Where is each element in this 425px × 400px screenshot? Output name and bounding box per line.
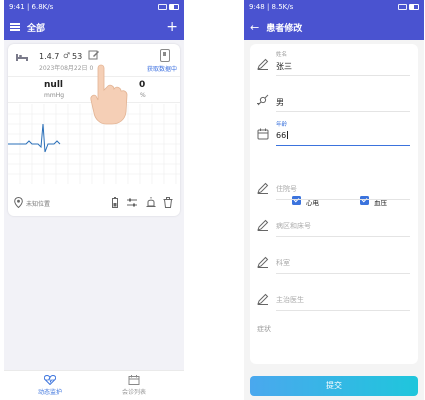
ward-bed-input: 病区和床号 <box>276 222 311 230</box>
ward-bed-field[interactable]: 病区和床号 <box>250 209 418 239</box>
hospital-number-field[interactable]: 住院号 <box>250 172 418 202</box>
pointing-hand-icon <box>90 64 128 125</box>
spo2-unit: % <box>140 92 146 99</box>
page-title: 全部 <box>27 23 46 34</box>
gender-icon <box>257 94 269 106</box>
symptom-textarea[interactable]: 症状 <box>257 324 271 334</box>
battery-icon <box>169 4 179 10</box>
submit-button[interactable]: 提交 <box>250 376 418 396</box>
status-speed: 8.5K/s <box>271 3 294 11</box>
top-bar: 9:41 | 6.8K/s 全部 + <box>4 0 184 40</box>
department-input: 科室 <box>276 259 290 267</box>
doctor-field[interactable]: 主治医生 <box>250 283 418 313</box>
age-value: 66 <box>276 131 287 140</box>
location-icon <box>14 197 23 208</box>
top-bar: 9:48 | 8.5K/s ← 患者修改 <box>244 0 424 40</box>
status-bar: 9:41 | 6.8K/s <box>4 0 184 14</box>
name-label: 姓名 <box>276 52 288 58</box>
page-title: 患者修改 <box>266 23 303 34</box>
add-button[interactable]: + <box>166 20 178 34</box>
tab-label: 动态监护 <box>37 389 62 396</box>
tab-label: 会诊列表 <box>121 389 146 396</box>
bottom-tab-bar: 动态监护 会诊列表 <box>4 370 184 400</box>
pencil-icon <box>257 182 269 194</box>
signal-icon <box>158 4 167 10</box>
monitor-screen: 9:41 | 6.8K/s 全部 + 1.4.7 ♂ 53 2023年08月22… <box>4 0 184 400</box>
menu-icon[interactable] <box>10 23 20 31</box>
patient-edit-screen: 9:48 | 8.5K/s ← 患者修改 姓名 张三 男 年龄 66 心电 血压… <box>244 0 424 400</box>
age-label: 年龄 <box>276 122 288 128</box>
calendar-icon <box>257 128 269 140</box>
device-version: 1.4.7 <box>39 52 60 61</box>
bp-value: null <box>44 80 63 90</box>
device-card[interactable]: 1.4.7 ♂ 53 2023年08月22日 0 获取数据中 null mmHg… <box>8 44 180 216</box>
pencil-icon <box>257 58 269 70</box>
delete-icon[interactable] <box>163 197 173 208</box>
edit-icon[interactable] <box>88 49 100 61</box>
status-time: 9:48 <box>249 3 265 11</box>
settings-sliders-icon[interactable] <box>127 197 137 208</box>
spo2-value: 0 <box>139 80 146 90</box>
age-field[interactable]: 年龄 66 <box>250 118 418 148</box>
status-bar: 9:48 | 8.5K/s <box>244 0 424 14</box>
tab-dynamic-monitor[interactable]: 动态监护 <box>22 375 78 396</box>
hospital-number-input: 住院号 <box>276 185 297 193</box>
tab-consultation-list[interactable]: 会诊列表 <box>106 375 162 396</box>
battery-icon <box>409 4 419 10</box>
text-cursor <box>287 131 289 139</box>
pencil-icon <box>257 219 269 231</box>
bed-icon <box>16 54 28 61</box>
gender-value: 男 <box>276 98 284 107</box>
battery-level-icon[interactable] <box>110 197 120 208</box>
patient-age: 53 <box>72 52 83 61</box>
device-icon <box>160 49 170 62</box>
status-time: 9:41 <box>9 3 25 11</box>
signal-icon <box>398 4 407 10</box>
pencil-icon <box>257 256 269 268</box>
back-button[interactable]: ← <box>250 21 259 34</box>
patient-form: 姓名 张三 男 年龄 66 心电 血压 住院号 病区和床号 科室 主治医生 症状 <box>250 44 418 364</box>
gender-field[interactable]: 男 <box>250 84 418 114</box>
department-field[interactable]: 科室 <box>250 246 418 276</box>
male-icon: ♂ <box>63 51 71 60</box>
bp-unit: mmHg <box>44 92 65 99</box>
status-speed: 6.8K/s <box>31 3 54 11</box>
pencil-icon <box>257 293 269 305</box>
doctor-input: 主治医生 <box>276 296 304 304</box>
name-field[interactable]: 姓名 张三 <box>250 48 418 78</box>
alarm-icon[interactable] <box>146 197 156 208</box>
location-text: 未知位置 <box>26 201 51 208</box>
calendar-list-icon <box>128 375 140 385</box>
heart-icon <box>44 375 56 385</box>
record-date: 2023年08月22日 0 <box>39 65 94 72</box>
name-value: 张三 <box>276 62 292 71</box>
fetch-status: 获取数据中 <box>146 66 177 73</box>
